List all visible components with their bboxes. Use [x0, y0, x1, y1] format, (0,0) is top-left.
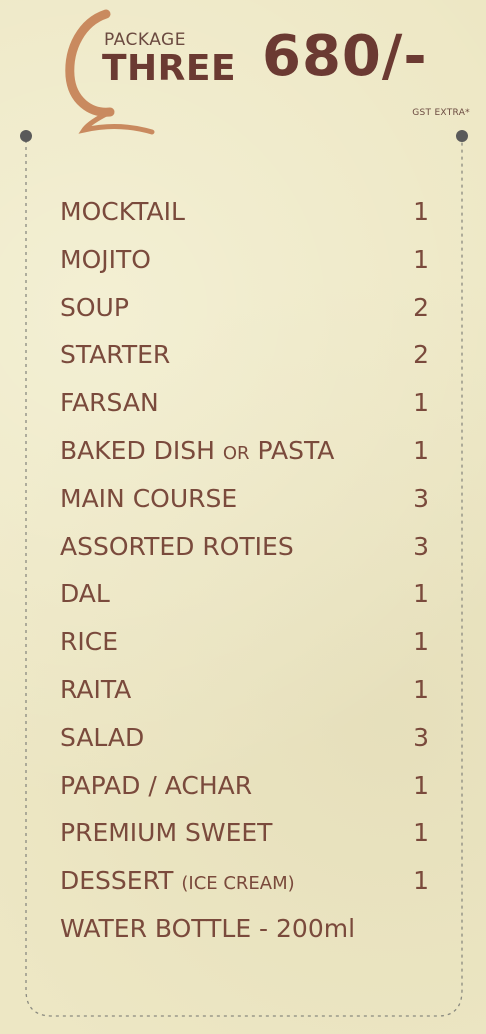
item-name-part: PASTA — [249, 435, 335, 465]
pin-dot-right-icon — [456, 130, 468, 142]
list-item: STARTER 2 — [60, 335, 432, 383]
item-name: PREMIUM SWEET — [60, 818, 273, 848]
item-name-part: DESSERT — [60, 866, 182, 896]
list-item: RAITA 1 — [60, 670, 432, 718]
list-item: RICE 1 — [60, 622, 432, 670]
list-item: PAPAD / ACHAR 1 — [60, 766, 432, 814]
item-quantity: 1 — [413, 818, 429, 848]
item-name: MOJITO — [60, 244, 151, 274]
item-name: RAITA — [60, 674, 132, 704]
list-item: MOCKTAIL 1 — [60, 192, 432, 240]
item-name: FARSAN — [60, 388, 159, 418]
item-name: SALAD — [60, 722, 145, 752]
list-item: ASSORTED ROTIES 3 — [60, 527, 432, 575]
item-quantity: 1 — [413, 627, 429, 657]
item-name: MOCKTAIL — [60, 197, 185, 226]
item-name: STARTER — [60, 340, 171, 370]
item-quantity: 2 — [413, 340, 429, 370]
pin-dot-left-icon — [20, 130, 32, 142]
list-item: BAKED DISH OR PASTA 1 — [60, 431, 432, 479]
item-quantity: 2 — [413, 292, 429, 322]
item-name: SOUP — [60, 292, 129, 322]
item-name: WATER BOTTLE - 200ml — [60, 913, 356, 943]
item-quantity: 1 — [413, 579, 429, 609]
item-name: BAKED DISH OR PASTA — [60, 431, 334, 474]
item-name: DESSERT (ICE CREAM) — [60, 861, 295, 904]
list-item: DAL 1 — [60, 574, 432, 622]
item-name-connector: OR — [222, 442, 250, 464]
list-item: FARSAN 1 — [60, 383, 432, 431]
item-quantity: 3 — [413, 722, 429, 752]
list-item: SALAD 3 — [60, 718, 432, 766]
list-item: WATER BOTTLE - 200ml — [60, 909, 432, 957]
list-item: SOUP 2 — [60, 288, 432, 336]
menu-item-list: MOCKTAIL 1 MOJITO 1 SOUP 2 STARTER 2 FAR… — [60, 192, 432, 957]
item-quantity: 1 — [413, 244, 429, 274]
item-quantity: 1 — [413, 435, 429, 465]
item-quantity: 1 — [413, 674, 429, 704]
item-quantity: 1 — [413, 197, 429, 226]
item-name-part: BAKED DISH — [60, 435, 223, 465]
item-name: MAIN COURSE — [60, 483, 238, 513]
item-name: DAL — [60, 579, 110, 609]
list-item: MOJITO 1 — [60, 240, 432, 288]
item-name: PAPAD / ACHAR — [60, 770, 253, 800]
item-name: ASSORTED ROTIES — [60, 531, 294, 561]
item-quantity: 1 — [413, 770, 429, 800]
item-quantity: 3 — [413, 531, 429, 561]
item-quantity: 1 — [413, 866, 429, 896]
item-name: RICE — [60, 627, 118, 657]
list-item: DESSERT (ICE CREAM) 1 — [60, 861, 432, 909]
item-quantity: 1 — [413, 388, 429, 418]
item-quantity: 3 — [413, 483, 429, 513]
list-item: MAIN COURSE 3 — [60, 479, 432, 527]
list-item: PREMIUM SWEET 1 — [60, 813, 432, 861]
item-name-note: (ICE CREAM) — [181, 873, 295, 895]
